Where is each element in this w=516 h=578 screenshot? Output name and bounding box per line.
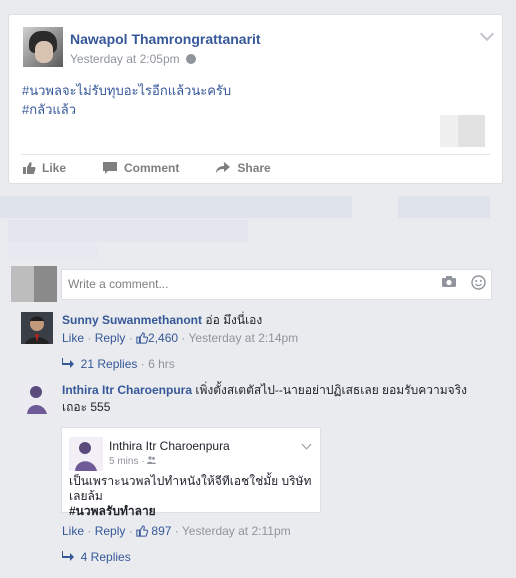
author-avatar[interactable] — [23, 27, 63, 67]
commenter-avatar[interactable] — [21, 382, 53, 414]
reply-arrow-icon — [62, 550, 74, 561]
comment-icon — [103, 162, 118, 174]
friends-icon — [147, 456, 157, 464]
comment-item: Inthira Itr Charoenpura เพิ่งตั้งสเตตัสไ… — [21, 382, 491, 567]
comment-reply-link[interactable]: Reply — [95, 524, 126, 538]
share-button[interactable]: Share — [215, 161, 271, 175]
hashtag-link[interactable]: #กลัวแล้ว — [22, 100, 231, 119]
shared-post-preview[interactable]: Inthira Itr Charoenpura 5 mins · เป็นเพร… — [61, 427, 321, 518]
comment-input[interactable]: Write a comment... — [61, 269, 492, 300]
comment-like-count[interactable]: 897 — [151, 524, 171, 538]
comment-timestamp[interactable]: Yesterday at 2:14pm — [189, 331, 299, 345]
like-label: Like — [42, 161, 67, 175]
post-thumbnail — [440, 115, 485, 147]
comment-like-link[interactable]: Like — [62, 331, 84, 345]
post-meta: Yesterday at 2:05pm — [70, 52, 196, 66]
commenter-name[interactable]: Sunny Suwanmethanont — [62, 313, 202, 327]
post-actions: Like Comment Share — [22, 161, 307, 175]
comment-like-count[interactable]: 2,460 — [148, 331, 178, 345]
composer-icons — [441, 275, 486, 290]
divider — [21, 154, 490, 155]
blurred-block — [8, 220, 248, 242]
comment-label: Comment — [124, 161, 180, 175]
shared-post-hashtag[interactable]: #นวพลรับทำลาย — [69, 504, 312, 519]
replies-time: 6 hrs — [148, 357, 175, 371]
author-name[interactable]: Nawapol Thamrongrattanarit — [70, 31, 261, 47]
comment-composer: Write a comment... — [11, 266, 492, 302]
reply-arrow-icon — [62, 357, 74, 368]
post-options-chevron-icon[interactable] — [479, 26, 495, 42]
shared-options-chevron-icon[interactable] — [301, 439, 312, 450]
current-user-avatar — [11, 266, 57, 302]
replies-count[interactable]: 21 Replies — [81, 357, 138, 371]
blurred-block — [8, 242, 98, 262]
commenter-avatar[interactable] — [21, 312, 53, 344]
comment-item: Sunny Suwanmethanont อ่อ มึงนี่เอง Like … — [21, 312, 491, 372]
comment-actions: Like · Reply · 2,460 · Yesterday at 2:14… — [62, 331, 299, 345]
shared-post-meta: 5 mins · — [109, 456, 157, 467]
globe-icon — [185, 54, 196, 64]
shared-post-text: เป็นเพราะนวพลไปทำหนังให้จีทีเอชใช่มั้ย บ… — [69, 474, 312, 519]
view-replies-link[interactable]: 21 Replies · 6 hrs — [62, 356, 491, 373]
blurred-block — [0, 196, 352, 218]
post-text: #นวพลจะไม่รับทุบอะไรอีกแล้วนะครับ #กลัวแ… — [22, 81, 231, 119]
camera-icon[interactable] — [441, 275, 457, 288]
comment-actions: Like · Reply · 897 · Yesterday at 2:11pm — [62, 524, 291, 538]
shared-author-name[interactable]: Inthira Itr Charoenpura — [109, 439, 230, 453]
commenter-name[interactable]: Inthira Itr Charoenpura — [62, 383, 192, 397]
shared-post-body: เป็นเพราะนวพลไปทำหนังให้จีทีเอชใช่มั้ย บ… — [69, 474, 312, 503]
hashtag-link[interactable]: #นวพลจะไม่รับทุบอะไรอีกแล้วนะครับ — [22, 81, 231, 100]
like-button[interactable]: Like — [22, 161, 66, 175]
shared-post-time: 5 mins — [109, 456, 139, 467]
comment-reply-link[interactable]: Reply — [95, 331, 126, 345]
replies-count[interactable]: 4 Replies — [81, 550, 131, 564]
reactions-summary — [0, 188, 516, 268]
comment-like-link[interactable]: Like — [62, 524, 84, 538]
comment-button[interactable]: Comment — [102, 161, 179, 175]
like-count-icon — [136, 525, 149, 537]
blurred-block — [398, 196, 490, 218]
view-replies-link[interactable]: 4 Replies — [62, 549, 491, 566]
comment-timestamp[interactable]: Yesterday at 2:11pm — [182, 524, 291, 538]
shared-author-avatar — [69, 437, 103, 471]
like-count-icon — [136, 332, 149, 344]
comment-text: อ่อ มึงนี่เอง — [205, 313, 263, 327]
post-card: Nawapol Thamrongrattanarit Yesterday at … — [8, 14, 503, 184]
emoji-icon[interactable] — [471, 275, 486, 290]
share-label: Share — [237, 161, 271, 175]
post-timestamp[interactable]: Yesterday at 2:05pm — [70, 52, 180, 66]
thumbs-up-icon — [23, 162, 36, 174]
share-arrow-icon — [216, 162, 231, 173]
